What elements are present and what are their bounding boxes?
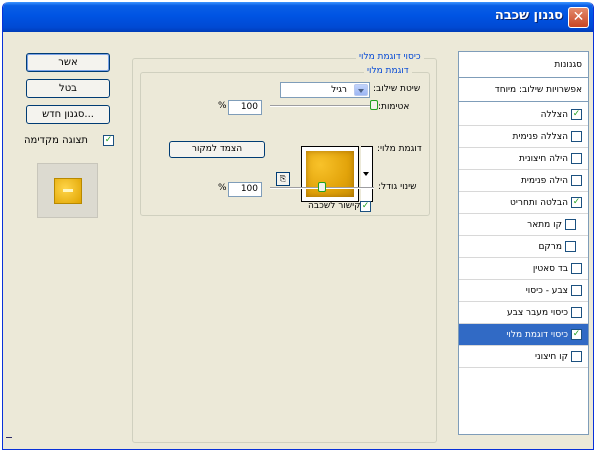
style-item-checkbox[interactable] — [571, 263, 582, 274]
style-item[interactable]: הילה חיצונית — [459, 148, 588, 170]
style-item-label: הצללה פנימית — [512, 132, 568, 142]
pattern-texture — [306, 151, 354, 197]
close-button[interactable]: ✕ — [568, 7, 589, 28]
blend-mode-select[interactable]: רגיל — [280, 82, 370, 98]
preview-label: תצוגה מקדימה — [24, 135, 88, 146]
new-style-button[interactable]: סגנון חדש... — [26, 105, 110, 124]
scale-unit: % — [218, 183, 227, 193]
scale-label: שינוי גודל: — [378, 182, 417, 192]
chevron-down-icon[interactable] — [354, 84, 368, 96]
style-item-checkbox[interactable]: ✓ — [571, 197, 582, 208]
style-item-checkbox[interactable] — [565, 219, 576, 230]
ok-button[interactable]: אשר — [26, 53, 110, 72]
blend-mode-label: שיטת שילוב: — [373, 84, 421, 94]
pattern-dropdown-arrow[interactable] — [361, 146, 373, 202]
opacity-unit: % — [218, 101, 227, 111]
preview-checkbox[interactable]: ✓ — [103, 135, 114, 146]
style-item-label: בד סאטין — [532, 264, 568, 274]
opacity-slider-thumb[interactable] — [370, 100, 378, 110]
link-with-layer-label: קישור לשכבה — [308, 201, 361, 211]
preview-thumbnail — [37, 163, 98, 218]
opacity-slider-track[interactable] — [270, 105, 374, 107]
style-item-checkbox[interactable]: ✓ — [571, 109, 582, 120]
style-item-checkbox[interactable] — [571, 351, 582, 362]
layer-style-dialog: סגנון שכבה ✕ אשר בטל סגנון חדש... ✓ תצוג… — [2, 2, 594, 450]
styles-list: סגנונות אפשרויות שילוב: מיוחד ✓ הצללה הצלל… — [458, 51, 589, 435]
style-item-label: כיסוי דוגמת מלוי — [506, 330, 568, 340]
style-item-checkbox[interactable] — [571, 153, 582, 164]
new-preset-icon[interactable]: ⎘ — [276, 172, 290, 186]
style-item-label: הבלטה ותחריט — [510, 198, 568, 208]
style-item-checkbox[interactable] — [565, 241, 576, 252]
style-item-checkbox[interactable]: ✓ — [571, 329, 582, 340]
style-item[interactable]: כיסוי מעבר צבע — [459, 302, 588, 324]
style-item-checkbox[interactable] — [571, 131, 582, 142]
title-bar[interactable]: סגנון שכבה ✕ — [3, 2, 593, 32]
dialog-body: אשר בטל סגנון חדש... ✓ תצוגה מקדימה כיסו… — [6, 32, 590, 446]
pattern-overlay-title: כיסוי דוגמת מלוי — [356, 52, 424, 62]
style-item-label: קו מתאר — [527, 220, 562, 230]
edge-artifact — [6, 437, 12, 438]
snap-to-origin-button[interactable]: הצמד למקור — [169, 141, 265, 158]
style-item-checkbox[interactable] — [571, 307, 582, 318]
style-item[interactable]: בד סאטין — [459, 258, 588, 280]
scale-input[interactable]: 100 — [228, 182, 262, 197]
pattern-label: דוגמת מלוי: — [377, 144, 422, 154]
style-item[interactable]: הצללה פנימית — [459, 126, 588, 148]
style-item[interactable]: ✓ כיסוי דוגמת מלוי — [459, 324, 588, 346]
style-item[interactable]: קו מתאר — [459, 214, 588, 236]
preview-swatch — [54, 178, 82, 204]
pattern-subgroup-title: דוגמת מלוי — [364, 66, 412, 76]
style-item-label: כיסוי מעבר צבע — [506, 308, 568, 318]
blend-options-item[interactable]: אפשרויות שילוב: מיוחד — [459, 78, 588, 102]
pattern-swatch[interactable] — [301, 146, 359, 202]
opacity-input[interactable]: 100 — [228, 100, 262, 115]
style-item-checkbox[interactable] — [571, 285, 582, 296]
style-item-label: הילה חיצונית — [519, 154, 568, 164]
style-item-label: קו חיצוני — [535, 352, 568, 362]
style-item-label: הילה פנימית — [520, 176, 568, 186]
style-item[interactable]: ✓ הבלטה ותחריט — [459, 192, 588, 214]
style-item[interactable]: הילה פנימית — [459, 170, 588, 192]
scale-slider-thumb[interactable] — [318, 182, 326, 192]
cancel-button[interactable]: בטל — [26, 79, 110, 98]
style-item[interactable]: קו חיצוני — [459, 346, 588, 368]
style-item-label: הצללה — [540, 110, 568, 120]
blend-mode-value: רגיל — [331, 85, 347, 95]
opacity-label: אטימות: — [378, 102, 410, 112]
style-item[interactable]: ✓ הצללה — [459, 104, 588, 126]
styles-header[interactable]: סגנונות — [459, 52, 588, 78]
style-item-checkbox[interactable] — [571, 175, 582, 186]
style-item-label: צבע - כיסוי — [525, 286, 568, 296]
style-item[interactable]: צבע - כיסוי — [459, 280, 588, 302]
style-item-label: מרקם — [538, 242, 562, 252]
link-with-layer-checkbox[interactable]: ✓ — [360, 201, 371, 212]
style-item[interactable]: מרקם — [459, 236, 588, 258]
window-title: סגנון שכבה — [494, 8, 563, 23]
